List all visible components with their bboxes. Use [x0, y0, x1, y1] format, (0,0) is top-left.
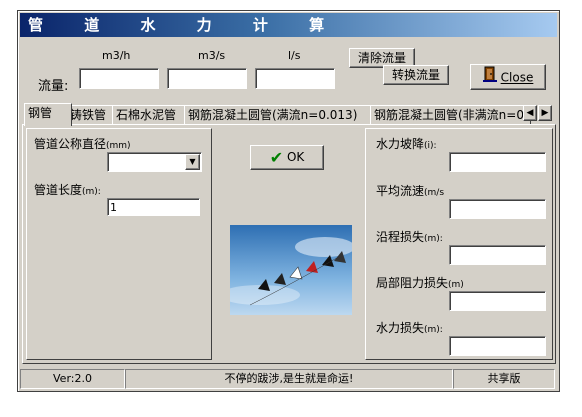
- tab-scroll-left-icon[interactable]: ◀: [523, 105, 537, 121]
- chevron-down-icon[interactable]: ▼: [185, 154, 200, 170]
- close-label: Close: [500, 70, 534, 85]
- tab-asbestos-cement[interactable]: 石棉水泥管: [112, 105, 188, 125]
- close-button[interactable]: Close: [470, 64, 546, 90]
- tab-scroll-right-icon[interactable]: ▶: [538, 105, 552, 121]
- friction-loss-output: [449, 245, 546, 265]
- hydraulic-gradient-output: [449, 152, 546, 172]
- head-loss-output: [449, 336, 546, 356]
- tab-label: 铸铁管: [70, 108, 107, 122]
- tab-steel[interactable]: 钢管: [24, 103, 72, 126]
- local-loss-output: [449, 291, 546, 311]
- tab-label: 钢筋混凝土圆管(满流n=0.013): [188, 108, 358, 122]
- length-input[interactable]: 1: [107, 198, 200, 216]
- tab-label: 石棉水泥管: [116, 108, 177, 122]
- flow-m3h-input[interactable]: [79, 68, 159, 89]
- friction-loss-label: 沿程损失(m):: [376, 230, 443, 244]
- diameter-label: 管道公称直径(mm): [34, 137, 131, 151]
- ok-label: OK: [286, 150, 305, 164]
- kites-image: [220, 225, 355, 315]
- door-icon: [482, 66, 497, 90]
- head-loss-label: 水力损失(m):: [376, 321, 443, 335]
- flow-m3s-input[interactable]: [167, 68, 247, 89]
- length-label: 管道长度(m):: [34, 183, 101, 197]
- convert-flow-button[interactable]: 转换流量: [383, 65, 449, 85]
- unit-m3s: m3/s: [198, 49, 226, 62]
- tab-cast-iron[interactable]: 铸铁管: [66, 105, 116, 125]
- unit-m3h: m3/h: [102, 49, 131, 62]
- tab-label: 钢管: [28, 106, 53, 120]
- tab-rc-partial-flow[interactable]: 钢筋混凝土圆管(非满流n=0: [370, 105, 531, 125]
- tab-label: 钢筋混凝土圆管(非满流n=0: [374, 108, 524, 122]
- hydraulic-gradient-label: 水力坡降(i):: [376, 137, 437, 151]
- status-message: 不停的跋涉,是生就是命运!: [125, 369, 453, 389]
- flow-ls-input[interactable]: [255, 68, 335, 89]
- unit-ls: l/s: [288, 49, 301, 62]
- mean-velocity-label: 平均流速(m/s: [376, 184, 445, 198]
- flow-label: 流量:: [38, 79, 69, 94]
- main-window: 管 道 水 力 计 算 m3/h m3/s l/s 流量: 清除流量 转换流量 …: [17, 10, 560, 392]
- status-version: Ver:2.0: [20, 369, 125, 389]
- checkmark-icon: ✔: [269, 148, 284, 167]
- ok-button[interactable]: ✔ OK: [250, 145, 324, 170]
- status-license: 共享版: [453, 369, 555, 389]
- mean-velocity-output: [449, 199, 546, 219]
- window-title: 管 道 水 力 计 算: [20, 13, 557, 37]
- local-loss-label: 局部阻力损失(m): [376, 276, 464, 290]
- tab-rc-full-flow[interactable]: 钢筋混凝土圆管(满流n=0.013): [184, 105, 374, 125]
